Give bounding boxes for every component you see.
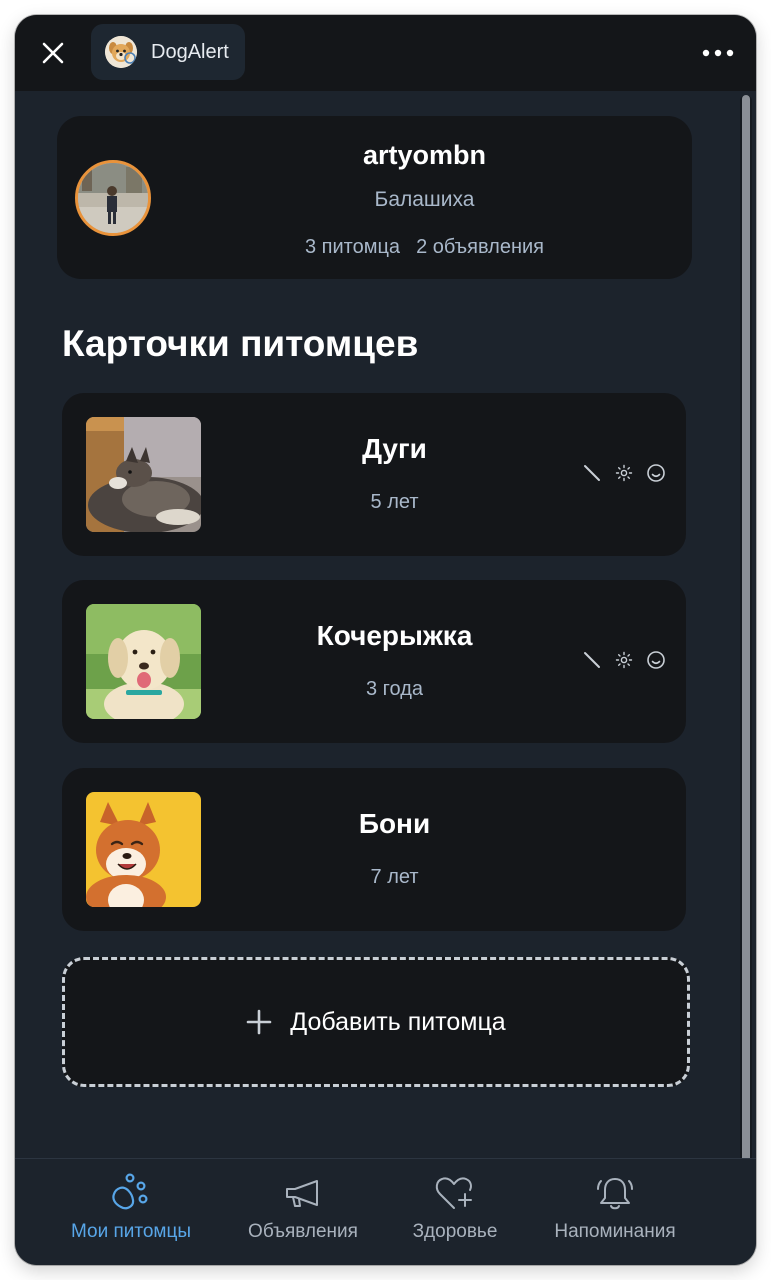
pet-age: 7 лет: [370, 866, 419, 888]
close-icon: [42, 42, 64, 64]
tab-ads[interactable]: Объявления: [223, 1159, 383, 1265]
tab-health[interactable]: Здоровье: [375, 1159, 535, 1265]
labrador-photo: [86, 604, 201, 719]
add-pet-label: Добавить питомца: [290, 1007, 506, 1036]
tab-label: Здоровье: [412, 1221, 498, 1242]
app-chip[interactable]: DogAlert: [91, 24, 245, 80]
tab-reminders[interactable]: Напоминания: [535, 1159, 695, 1265]
pet-name: Бони: [358, 808, 431, 839]
edit-slash-icon[interactable]: [582, 650, 602, 670]
sun-icon[interactable]: [614, 650, 634, 670]
app-window: DogAlert artyombn Балашиха 3 питомца 2 о…: [15, 15, 756, 1265]
add-pet-button[interactable]: Добавить питомца: [62, 957, 690, 1087]
tab-my-pets[interactable]: Мои питомцы: [51, 1159, 211, 1265]
app-name: DogAlert: [151, 40, 229, 63]
scrollbar-thumb[interactable]: [742, 95, 750, 1191]
bottom-tab-bar: Мои питомцы Объявления Здоровье Напомина…: [15, 1158, 756, 1265]
shiba-inu-photo: [86, 792, 201, 907]
profile-city: Балашиха: [374, 188, 475, 211]
pet-age: 5 лет: [370, 491, 419, 513]
bell-icon: [597, 1178, 633, 1210]
smile-icon[interactable]: [646, 463, 666, 483]
profile-username: artyombn: [362, 140, 487, 170]
app-logo-icon: [105, 36, 137, 68]
pet-name: Дуги: [362, 433, 427, 464]
pet-action-icons: [582, 463, 666, 483]
pet-age: 3 года: [365, 678, 423, 700]
megaphone-icon: [286, 1180, 318, 1207]
edit-slash-icon[interactable]: [582, 463, 602, 483]
profile-stats: 3 питомца 2 объявления: [57, 236, 692, 259]
sun-icon[interactable]: [614, 463, 634, 483]
title-bar: DogAlert: [15, 15, 756, 91]
pet-card[interactable]: Кочерыжка 3 года: [62, 580, 686, 743]
profile-card: artyombn Балашиха 3 питомца 2 объявления: [57, 116, 692, 279]
tab-label: Объявления: [248, 1221, 358, 1242]
pets-count: 3 питомца: [304, 236, 401, 258]
more-dots-icon: [702, 49, 734, 57]
plus-icon: [246, 1009, 272, 1035]
pet-name: Кочерыжка: [316, 620, 473, 651]
pet-card[interactable]: Бони 7 лет: [62, 768, 686, 931]
close-button[interactable]: [37, 37, 69, 69]
brindle-dog-photo: [86, 417, 201, 532]
paw-icon: [112, 1173, 148, 1210]
pet-card[interactable]: Дуги 5 лет: [62, 393, 686, 556]
tab-label: Мои питомцы: [70, 1221, 192, 1242]
tab-label: Напоминания: [554, 1221, 676, 1242]
smile-icon[interactable]: [646, 650, 666, 670]
heart-plus-icon: [435, 1177, 472, 1209]
section-title: Карточки питомцев: [62, 323, 419, 364]
scrollbar[interactable]: [740, 95, 752, 1191]
more-options-button[interactable]: [700, 37, 736, 69]
ads-count: 2 объявления: [416, 236, 544, 258]
pet-action-icons: [582, 650, 666, 670]
